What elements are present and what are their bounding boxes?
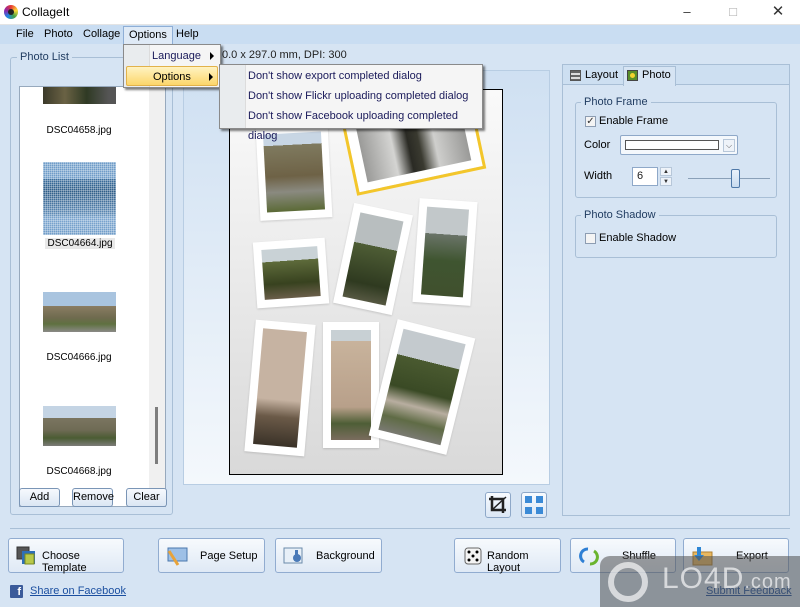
collage-photo[interactable] (368, 319, 476, 455)
clear-photos-button[interactable]: Clear (126, 488, 167, 507)
chevron-down-icon[interactable]: ⌵ (723, 139, 735, 152)
menu-photo[interactable]: Photo (39, 25, 78, 44)
background-icon (283, 546, 305, 567)
photo-thumbnail[interactable] (43, 406, 116, 446)
window-title: CollageIt (22, 5, 70, 19)
photo-shadow-label: Photo Shadow (581, 209, 659, 221)
page-setup-label: Page Setup (200, 550, 258, 562)
frame-width-slider-thumb[interactable] (731, 169, 740, 188)
crop-button[interactable] (485, 492, 511, 518)
spin-up-button[interactable]: ▲ (660, 167, 672, 176)
watermark: LO4D.com (600, 556, 800, 607)
title-bar: CollageIt – □ ✕ (0, 0, 800, 25)
remove-photo-button[interactable]: Remove (72, 488, 114, 507)
choose-template-button[interactable]: Choose Template (8, 538, 124, 574)
scrollbar-thumb[interactable] (155, 407, 158, 464)
menu-item-language[interactable]: Language (126, 46, 218, 66)
photo-thumbnail[interactable] (43, 292, 116, 332)
submenu-arrow-icon (210, 52, 214, 60)
dice-icon (462, 546, 484, 567)
photo-thumbnail-selected[interactable] (43, 162, 116, 235)
share-on-facebook-link[interactable]: Share on Facebook (30, 585, 126, 597)
minimize-button[interactable]: – (664, 0, 710, 25)
page-size-info: 0.0 x 297.0 mm, DPI: 300 (222, 49, 347, 61)
random-layout-label: Random Layout (487, 550, 529, 574)
enable-shadow-checkbox[interactable] (585, 233, 596, 244)
enable-frame-label: Enable Frame (599, 115, 669, 127)
app-logo-icon (4, 5, 18, 19)
tab-photo[interactable]: Photo (623, 66, 676, 86)
collage-photo[interactable] (244, 319, 316, 457)
collage-photo[interactable] (333, 202, 413, 316)
menu-item-no-export-dialog[interactable]: Don't show export completed dialog (222, 66, 422, 86)
enable-frame-checkbox[interactable]: ✓ (585, 116, 596, 127)
bottom-separator (10, 528, 790, 529)
page-setup-icon (166, 546, 188, 567)
submenu-arrow-icon (209, 73, 213, 81)
page-setup-button[interactable]: Page Setup (158, 538, 265, 573)
tab-layout-label: Layout (585, 69, 619, 81)
add-photo-button[interactable]: Add (19, 488, 60, 507)
watermark-text: LO4D.com (662, 562, 792, 595)
facebook-icon[interactable]: f (10, 585, 23, 598)
frame-width-slider-track[interactable] (688, 178, 770, 179)
choose-template-label: Choose Template (42, 550, 87, 574)
color-swatch (625, 140, 719, 150)
menu-help[interactable]: Help (171, 25, 204, 44)
crop-icon (489, 496, 507, 513)
photo-filename: DSC04668.jpg (46, 466, 112, 477)
layout-icon (570, 70, 581, 81)
background-button[interactable]: Background (275, 538, 382, 573)
tab-layout[interactable]: Layout (567, 67, 622, 85)
collage-photo[interactable] (412, 198, 478, 306)
photo-filename: DSC04664.jpg (45, 238, 115, 249)
menu-item-no-facebook-dialog[interactable]: Don't show Facebook uploading completed … (222, 106, 482, 142)
shuffle-icon (578, 546, 600, 567)
enable-shadow-label: Enable Shadow (599, 232, 677, 244)
photo-thumbnail[interactable] (43, 87, 116, 104)
tab-strip: Layout Photo (563, 65, 789, 86)
menu-item-language-label: Language (152, 50, 201, 62)
menu-item-no-flickr-dialog[interactable]: Don't show Flickr uploading completed di… (222, 86, 468, 106)
photo-list[interactable]: DSC04658.jpg DSC04664.jpg DSC04666.jpg D… (19, 86, 166, 507)
collage-photo[interactable] (252, 237, 330, 309)
frame-color-picker[interactable]: ⌵ (620, 135, 738, 155)
tab-photo-label: Photo (642, 69, 671, 81)
options-submenu: Don't show export completed dialog Don't… (219, 64, 483, 142)
photo-filename: DSC04666.jpg (46, 352, 112, 363)
photo-list-label: Photo List (17, 51, 72, 63)
menu-item-options-label: Options (153, 71, 191, 83)
color-label: Color (584, 139, 611, 151)
menu-options[interactable]: Options (123, 26, 173, 44)
options-dropdown-menu: Language Options (123, 44, 221, 88)
photo-frame-label: Photo Frame (581, 96, 651, 108)
collage-page[interactable] (229, 89, 503, 475)
spin-down-button[interactable]: ▼ (660, 177, 672, 186)
width-label: Width (584, 170, 613, 182)
menu-item-options[interactable]: Options (126, 66, 218, 86)
fit-to-window-button[interactable] (521, 492, 547, 518)
close-button[interactable]: ✕ (755, 0, 800, 25)
frame-width-input[interactable]: 6 (632, 167, 658, 186)
template-icon (16, 546, 38, 567)
watermark-logo-icon (608, 562, 648, 602)
random-layout-button[interactable]: Random Layout (454, 538, 561, 574)
photo-filename: DSC04658.jpg (46, 125, 112, 136)
fit-to-window-icon (525, 496, 543, 514)
photo-list-scrollbar[interactable] (149, 87, 165, 506)
menu-bar: File Photo Collage Options Help (0, 25, 800, 44)
menu-collage[interactable]: Collage (78, 25, 125, 44)
photo-icon (627, 70, 638, 81)
menu-file[interactable]: File (11, 25, 39, 44)
maximize-button[interactable]: □ (710, 0, 756, 25)
background-label: Background (316, 550, 375, 562)
